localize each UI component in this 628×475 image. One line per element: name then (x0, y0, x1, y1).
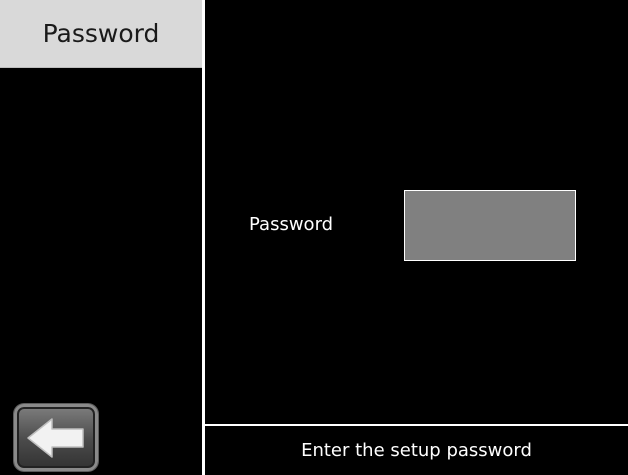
setup-screen: Password Password Enter the setup passwo… (0, 0, 628, 475)
main-panel: Password (205, 0, 628, 424)
status-bar: Enter the setup password (205, 424, 628, 475)
back-button[interactable] (14, 404, 98, 471)
back-arrow-icon (27, 417, 84, 458)
password-label: Password (249, 214, 334, 235)
sidebar-tab-password[interactable]: Password (0, 0, 202, 68)
sidebar-tab-label: Password (42, 19, 160, 48)
sidebar: Password (0, 0, 202, 475)
status-message: Enter the setup password (301, 440, 532, 461)
password-input[interactable] (404, 190, 576, 261)
